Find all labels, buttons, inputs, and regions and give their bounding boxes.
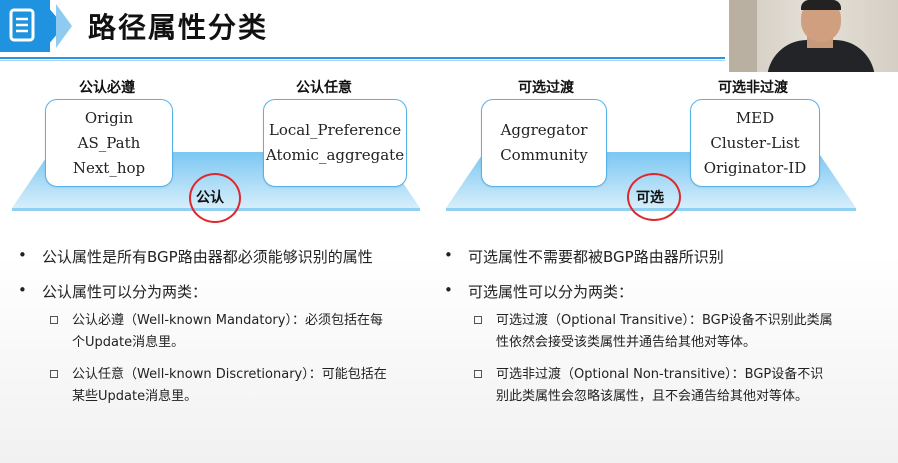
bullet-optional-types: 可选属性可以分为两类： [444, 281, 633, 302]
attr-community: Community [500, 146, 588, 164]
category-well-known-mandatory: 公认必遵 [79, 80, 135, 96]
box-optional-transitive: Aggregator Community [481, 99, 607, 187]
bullet-well-known-types: 公认属性可以分为两类： [18, 281, 207, 302]
attr-next-hop: Next_hop [72, 158, 146, 177]
header-chevron-light [56, 4, 72, 48]
bullet-well-known-definition: 公认属性是所有BGP路由器都必须能够识别的属性 [18, 246, 373, 267]
header-divider-light [0, 60, 725, 61]
sub-bullet-non-transitive: 可选非过渡（Optional Non-transitive）：BGP设备不识 别… [474, 364, 886, 408]
box-well-known-mandatory: Origin AS_Path Next_hop [45, 99, 173, 187]
attr-as-path: AS_Path [77, 133, 141, 152]
sub-bullet-discretionary: 公认任意（Well-known Discretionary）：可能包括在 某些U… [50, 364, 432, 408]
red-annotation-circle-2 [627, 173, 681, 221]
sub-bullet-transitive: 可选过渡（Optional Transitive）：BGP设备不识别此类属 性依… [474, 310, 886, 354]
attr-cluster-list: Cluster-List [710, 133, 800, 152]
attr-origin: Origin [84, 108, 134, 127]
category-optional-transitive: 可选过渡 [518, 80, 574, 96]
attr-med: MED [735, 108, 775, 127]
webcam-video [729, 0, 898, 72]
attr-local-preference: Local_Preference [268, 121, 402, 139]
attr-aggregator: Aggregator [500, 121, 588, 139]
box-optional-non-transitive: MED Cluster-List Originator-ID [690, 99, 820, 187]
page-title: 路径属性分类 [88, 11, 269, 44]
bullet-optional-definition: 可选属性不需要都被BGP路由器所识别 [444, 246, 724, 267]
category-well-known-discretionary: 公认任意 [296, 80, 352, 96]
box-well-known-discretionary: Local_Preference Atomic_aggregate [263, 99, 407, 187]
red-annotation-circle [189, 173, 241, 223]
slide: 路径属性分类 公认必遵 公认任意 Origin AS_Path Next_hop… [0, 0, 898, 463]
attr-originator-id: Originator-ID [703, 158, 807, 177]
category-optional-non-transitive: 可选非过渡 [718, 80, 788, 96]
sub-bullet-mandatory: 公认必遵（Well-known Mandatory）：必须包括在每 个Updat… [50, 310, 432, 354]
attr-atomic-aggregate: Atomic_aggregate [265, 146, 405, 164]
header-divider [0, 57, 725, 59]
